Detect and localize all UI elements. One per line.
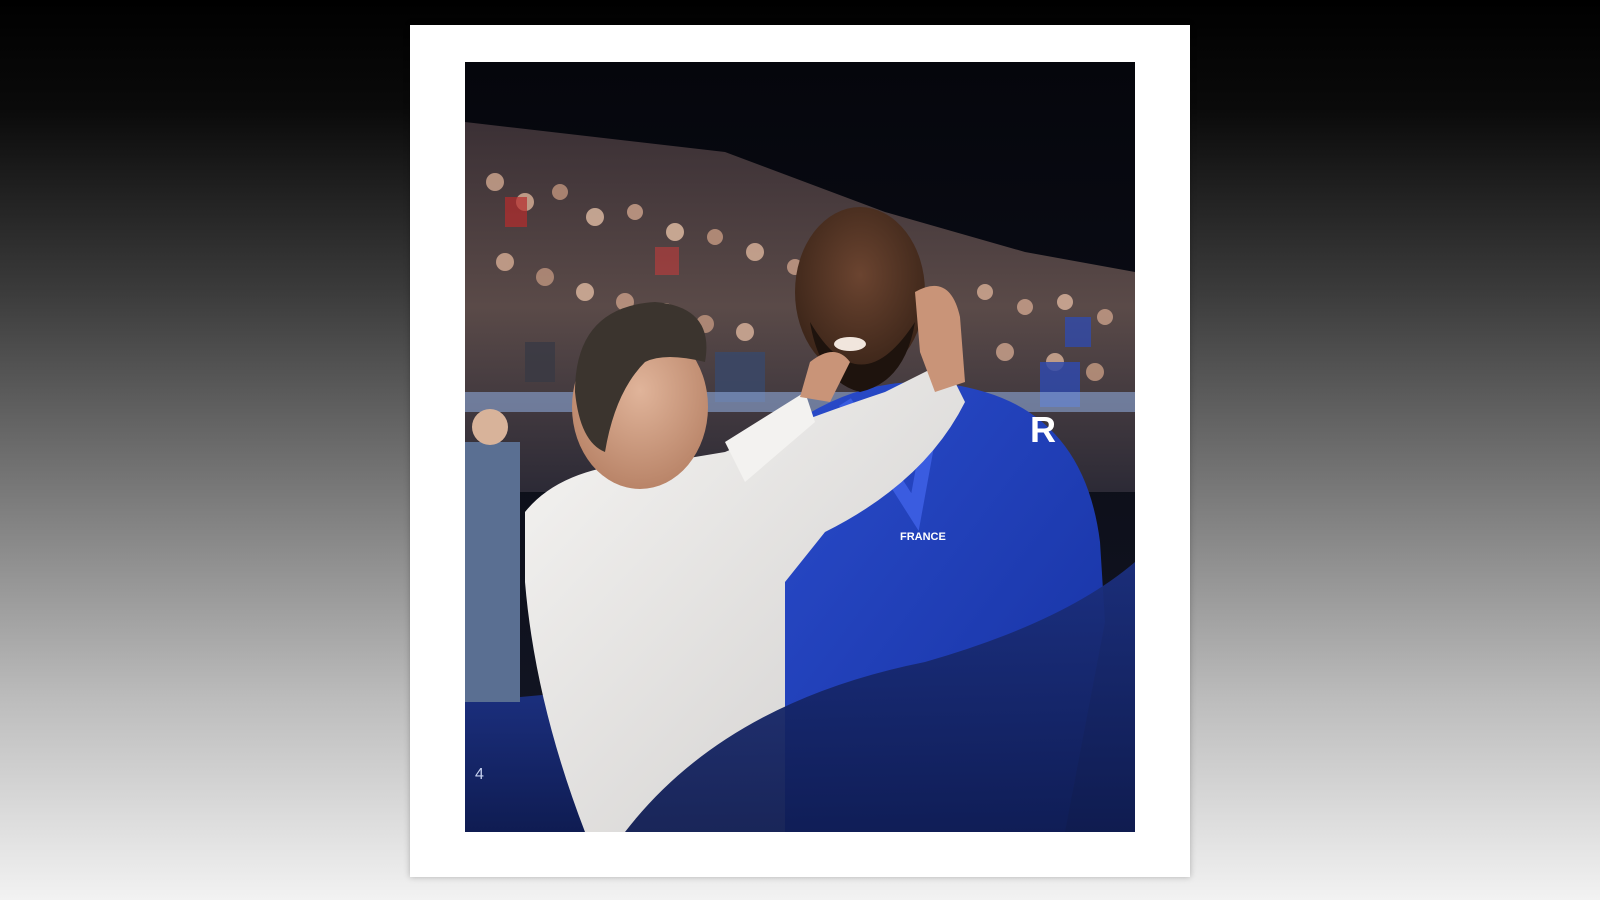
spectator-left	[465, 442, 520, 702]
photo-illustration: 4 R FRANCE	[465, 62, 1135, 832]
jacket-patch: FRANCE	[900, 531, 946, 543]
judoka-smile	[834, 337, 866, 351]
board-number: 4	[475, 766, 484, 783]
spectator-left-head	[472, 409, 508, 445]
photo-card: 4 R FRANCE	[410, 25, 1190, 877]
photo: 4 R FRANCE	[465, 62, 1135, 832]
sponsor-logo: R	[1030, 409, 1056, 450]
